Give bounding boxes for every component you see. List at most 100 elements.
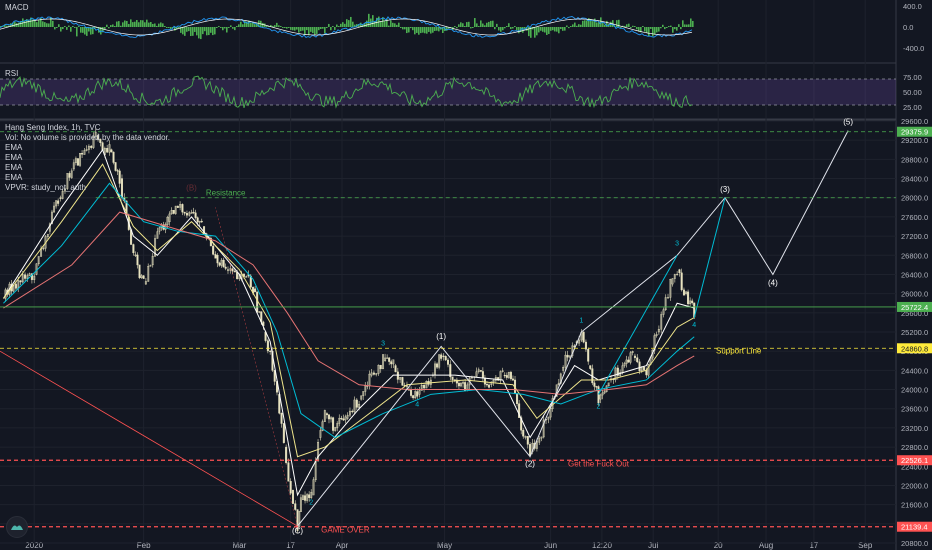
macd-bar	[292, 27, 294, 31]
macd-bar	[310, 27, 312, 32]
y-tick-label: 24400.0	[901, 366, 928, 375]
macd-bar	[542, 27, 544, 32]
y-tick-label: 23200.0	[901, 424, 928, 433]
macd-bar	[212, 27, 214, 36]
macd-bar	[222, 27, 224, 31]
ghost-wave-label: (B)	[186, 184, 197, 193]
ema-legend-4[interactable]: EMA	[5, 173, 170, 183]
macd-bar	[220, 27, 222, 28]
candle-body	[691, 300, 694, 304]
macd-bar	[534, 27, 536, 38]
macd-bar	[48, 23, 50, 27]
candle-body	[192, 211, 195, 214]
macd-bar	[462, 23, 464, 27]
macd-bar	[568, 27, 570, 29]
macd-bar	[492, 20, 494, 27]
macd-bar	[616, 20, 618, 27]
candle-body	[222, 259, 225, 268]
candle-body	[308, 494, 311, 498]
ema-legend-1[interactable]: EMA	[5, 143, 170, 153]
macd-bar	[678, 24, 680, 27]
macd-bar	[34, 20, 36, 27]
macd-bar	[192, 27, 194, 36]
ema-legend-2[interactable]: EMA	[5, 153, 170, 163]
macd-bar	[646, 27, 648, 33]
hang-seng-chart[interactable]: 2020 Feb Mar 17 Apr May Jun 12:20 Jul 20 Aug 17 Sep 2…	[0, 0, 932, 550]
macd-bar	[204, 27, 206, 32]
macd-bar	[46, 23, 48, 27]
macd-bar	[280, 26, 282, 27]
macd-bar	[318, 27, 320, 31]
candle-body	[294, 503, 297, 510]
macd-bar	[138, 22, 140, 27]
candle-body	[390, 361, 393, 365]
macd-bar	[332, 26, 334, 27]
y-tick-label: 26000.0	[901, 290, 928, 299]
support-label: Support Line	[716, 347, 762, 356]
candle-body	[233, 270, 236, 273]
y-tick-label: 23600.0	[901, 405, 928, 414]
macd-bar	[334, 27, 336, 30]
macd-bar	[548, 27, 550, 34]
candle-body	[59, 197, 62, 199]
macd-bar	[400, 27, 402, 28]
macd-bar	[436, 27, 438, 31]
price-level-value: 22526.1	[901, 456, 928, 465]
macd-bar	[60, 27, 62, 32]
macd-bar	[16, 23, 18, 27]
macd-bar	[182, 27, 184, 35]
macd-bar	[286, 27, 288, 29]
rsi-pane-title: RSI	[5, 69, 19, 78]
candle-body	[14, 283, 17, 289]
tradingview-logo-icon[interactable]	[6, 516, 28, 538]
macd-bar	[516, 27, 518, 31]
candle-body	[633, 355, 636, 358]
macd-bar	[124, 20, 126, 27]
macd-bar	[68, 25, 70, 27]
macd-bar	[470, 27, 472, 29]
macd-bar	[650, 27, 652, 29]
candle-body	[138, 264, 141, 278]
macd-bar	[6, 25, 8, 27]
macd-bar	[476, 23, 478, 27]
candle-body	[593, 382, 596, 387]
x-tick-label: Sep	[858, 541, 873, 550]
macd-bar	[122, 22, 124, 27]
macd-bar	[430, 27, 432, 34]
candle-body	[582, 331, 585, 343]
macd-bar	[308, 27, 310, 36]
macd-bar	[228, 27, 230, 28]
macd-bar	[186, 27, 188, 32]
macd-bar	[546, 27, 548, 35]
macd-bar	[538, 27, 540, 33]
price-level-value: 21139.4	[901, 523, 928, 532]
macd-bar	[114, 25, 116, 27]
macd-bar	[390, 20, 392, 27]
candle-body	[451, 376, 454, 380]
candle-body	[412, 395, 415, 399]
macd-bar	[486, 22, 488, 27]
ema-legend-3[interactable]: EMA	[5, 163, 170, 173]
macd-bar	[630, 27, 632, 28]
candle-body	[291, 490, 294, 504]
macd-bar	[306, 27, 308, 31]
macd-bar	[134, 21, 136, 27]
macd-bar	[244, 20, 246, 27]
candle-body	[304, 495, 307, 501]
macd-bar	[148, 22, 150, 27]
symbol-title[interactable]: Hang Seng Index, 1h, TVC	[5, 123, 170, 133]
macd-bar	[626, 24, 628, 27]
macd-bar	[584, 20, 586, 27]
candle-body	[224, 266, 227, 269]
wave-label: 2	[597, 404, 601, 411]
macd-bar	[276, 22, 278, 27]
x-tick-label: Feb	[137, 541, 151, 550]
vpvr-legend[interactable]: VPVR: study_not_auth	[5, 183, 170, 193]
macd-bar	[230, 25, 232, 27]
macd-bar	[506, 26, 508, 27]
candle-body	[444, 356, 447, 361]
candle-body	[488, 384, 491, 388]
macd-bar	[18, 22, 20, 27]
macd-bar	[346, 19, 348, 27]
macd-bar	[168, 27, 170, 28]
